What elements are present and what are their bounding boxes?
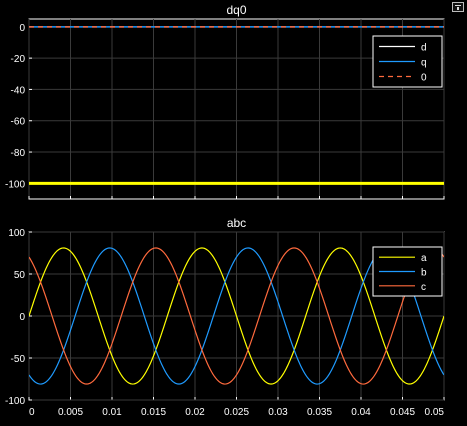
y-tick-label: 100 [8, 228, 25, 239]
legend-label-q: q [421, 58, 427, 69]
y-tick-label: -60 [11, 117, 26, 128]
x-tick-label: 0.025 [224, 407, 249, 418]
x-tick-label: 0.045 [390, 407, 415, 418]
y-tick-label: 0 [19, 23, 25, 34]
x-tick-label: 0.05 [425, 407, 445, 418]
x-tick-label: 0 [29, 407, 35, 418]
scope-figure: dq00-20-40-60-80-100dq0abc0 0.005 0.01 0.01… [5, 3, 445, 418]
y-tick-label: 50 [14, 270, 26, 281]
y-tick-label: 0 [19, 312, 25, 323]
legend-label-c: c [421, 282, 426, 293]
axes-dq0: dq00-20-40-60-80-100dq0 [5, 3, 445, 200]
axes-abc: abc 0 0.005 0.01 0.015 0.02 0.025 0.03 0.035 0.04… [5, 216, 445, 418]
x-tick-label: 0.005 [58, 407, 83, 418]
y-tick-label: -100 [5, 179, 25, 190]
chart-title: dq0 [226, 3, 246, 17]
legend: dq 0 [372, 35, 443, 88]
legend-label-b: b [421, 268, 427, 279]
x-tick-label: 0.04 [351, 407, 371, 418]
y-tick-label: -80 [11, 148, 26, 159]
legend-label-d: d [421, 43, 427, 54]
legend: abc [372, 246, 443, 297]
legend-label-a: a [421, 253, 427, 264]
x-tick-label: 0.035 [307, 407, 332, 418]
legend-label-0: 0 [421, 73, 427, 84]
y-tick-label: -20 [11, 54, 26, 65]
y-tick-label: -100 [5, 396, 25, 407]
x-tick-label: 0.01 [102, 407, 122, 418]
x-tick-label: 0.03 [268, 407, 288, 418]
x-tick-label: 0.015 [141, 407, 166, 418]
x-tick-label: 0.02 [185, 407, 205, 418]
y-tick-label: -50 [11, 354, 26, 365]
chart-title: abc [227, 216, 246, 230]
y-tick-label: -40 [11, 85, 26, 96]
